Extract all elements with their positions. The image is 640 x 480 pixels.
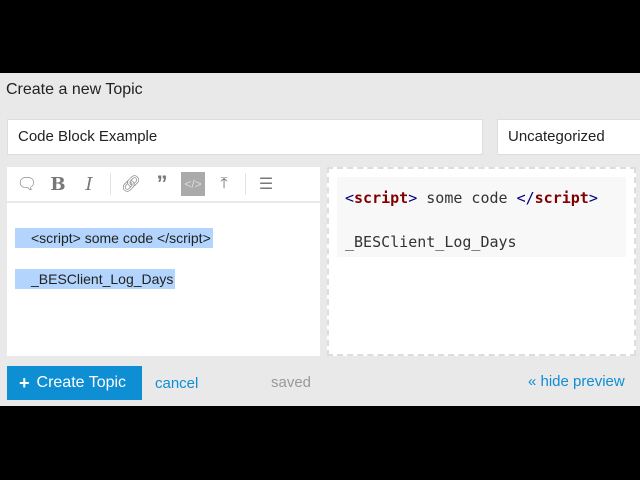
code-icon[interactable]: </>: [181, 172, 205, 196]
speech-bubble-icon[interactable]: 🗨︎: [15, 172, 39, 196]
editor-toolbar: 🗨︎ B I 🔗︎ ” </> ⤒ ☰: [7, 167, 320, 203]
code-text: some code: [417, 189, 517, 207]
tag-name: script: [534, 189, 589, 207]
plus-icon: +: [19, 372, 30, 393]
tag-bracket: >: [408, 189, 418, 207]
save-status: saved: [271, 374, 312, 391]
editor[interactable]: 🗨︎ B I 🔗︎ ” </> ⤒ ☰ <script> some code <…: [7, 167, 320, 356]
create-topic-button[interactable]: + Create Topic: [7, 366, 142, 400]
editor-line: <script> some code </script>: [15, 228, 213, 248]
code-block: <script> some code </script> _BESClient_…: [337, 177, 626, 257]
cancel-link[interactable]: cancel: [155, 375, 198, 392]
category-select[interactable]: Uncategorized: [497, 119, 640, 155]
topic-title-input[interactable]: Code Block Example: [7, 119, 483, 155]
list-icon[interactable]: ☰: [254, 172, 278, 196]
code-line: _BESClient_Log_Days: [345, 233, 517, 251]
link-icon[interactable]: 🔗︎: [119, 172, 143, 196]
upload-icon[interactable]: ⤒: [212, 172, 236, 196]
tag-bracket: </: [516, 189, 535, 207]
italic-icon[interactable]: I: [77, 172, 101, 196]
editor-line: _BESClient_Log_Days: [15, 269, 176, 289]
tag-bracket: <: [345, 189, 355, 207]
divider: [110, 173, 111, 195]
preview-pane: <script> some code </script> _BESClient_…: [327, 167, 636, 356]
composer-panel: Create a new Topic Code Block Example Un…: [0, 73, 640, 406]
hide-preview-link[interactable]: « hide preview: [528, 373, 625, 390]
tag-bracket: >: [588, 189, 598, 207]
bold-icon[interactable]: B: [46, 172, 70, 196]
divider: [245, 173, 246, 195]
page-title: Create a new Topic: [6, 81, 143, 98]
quote-icon[interactable]: ”: [150, 171, 174, 196]
create-topic-label: Create Topic: [36, 374, 127, 391]
tag-name: script: [354, 189, 409, 207]
